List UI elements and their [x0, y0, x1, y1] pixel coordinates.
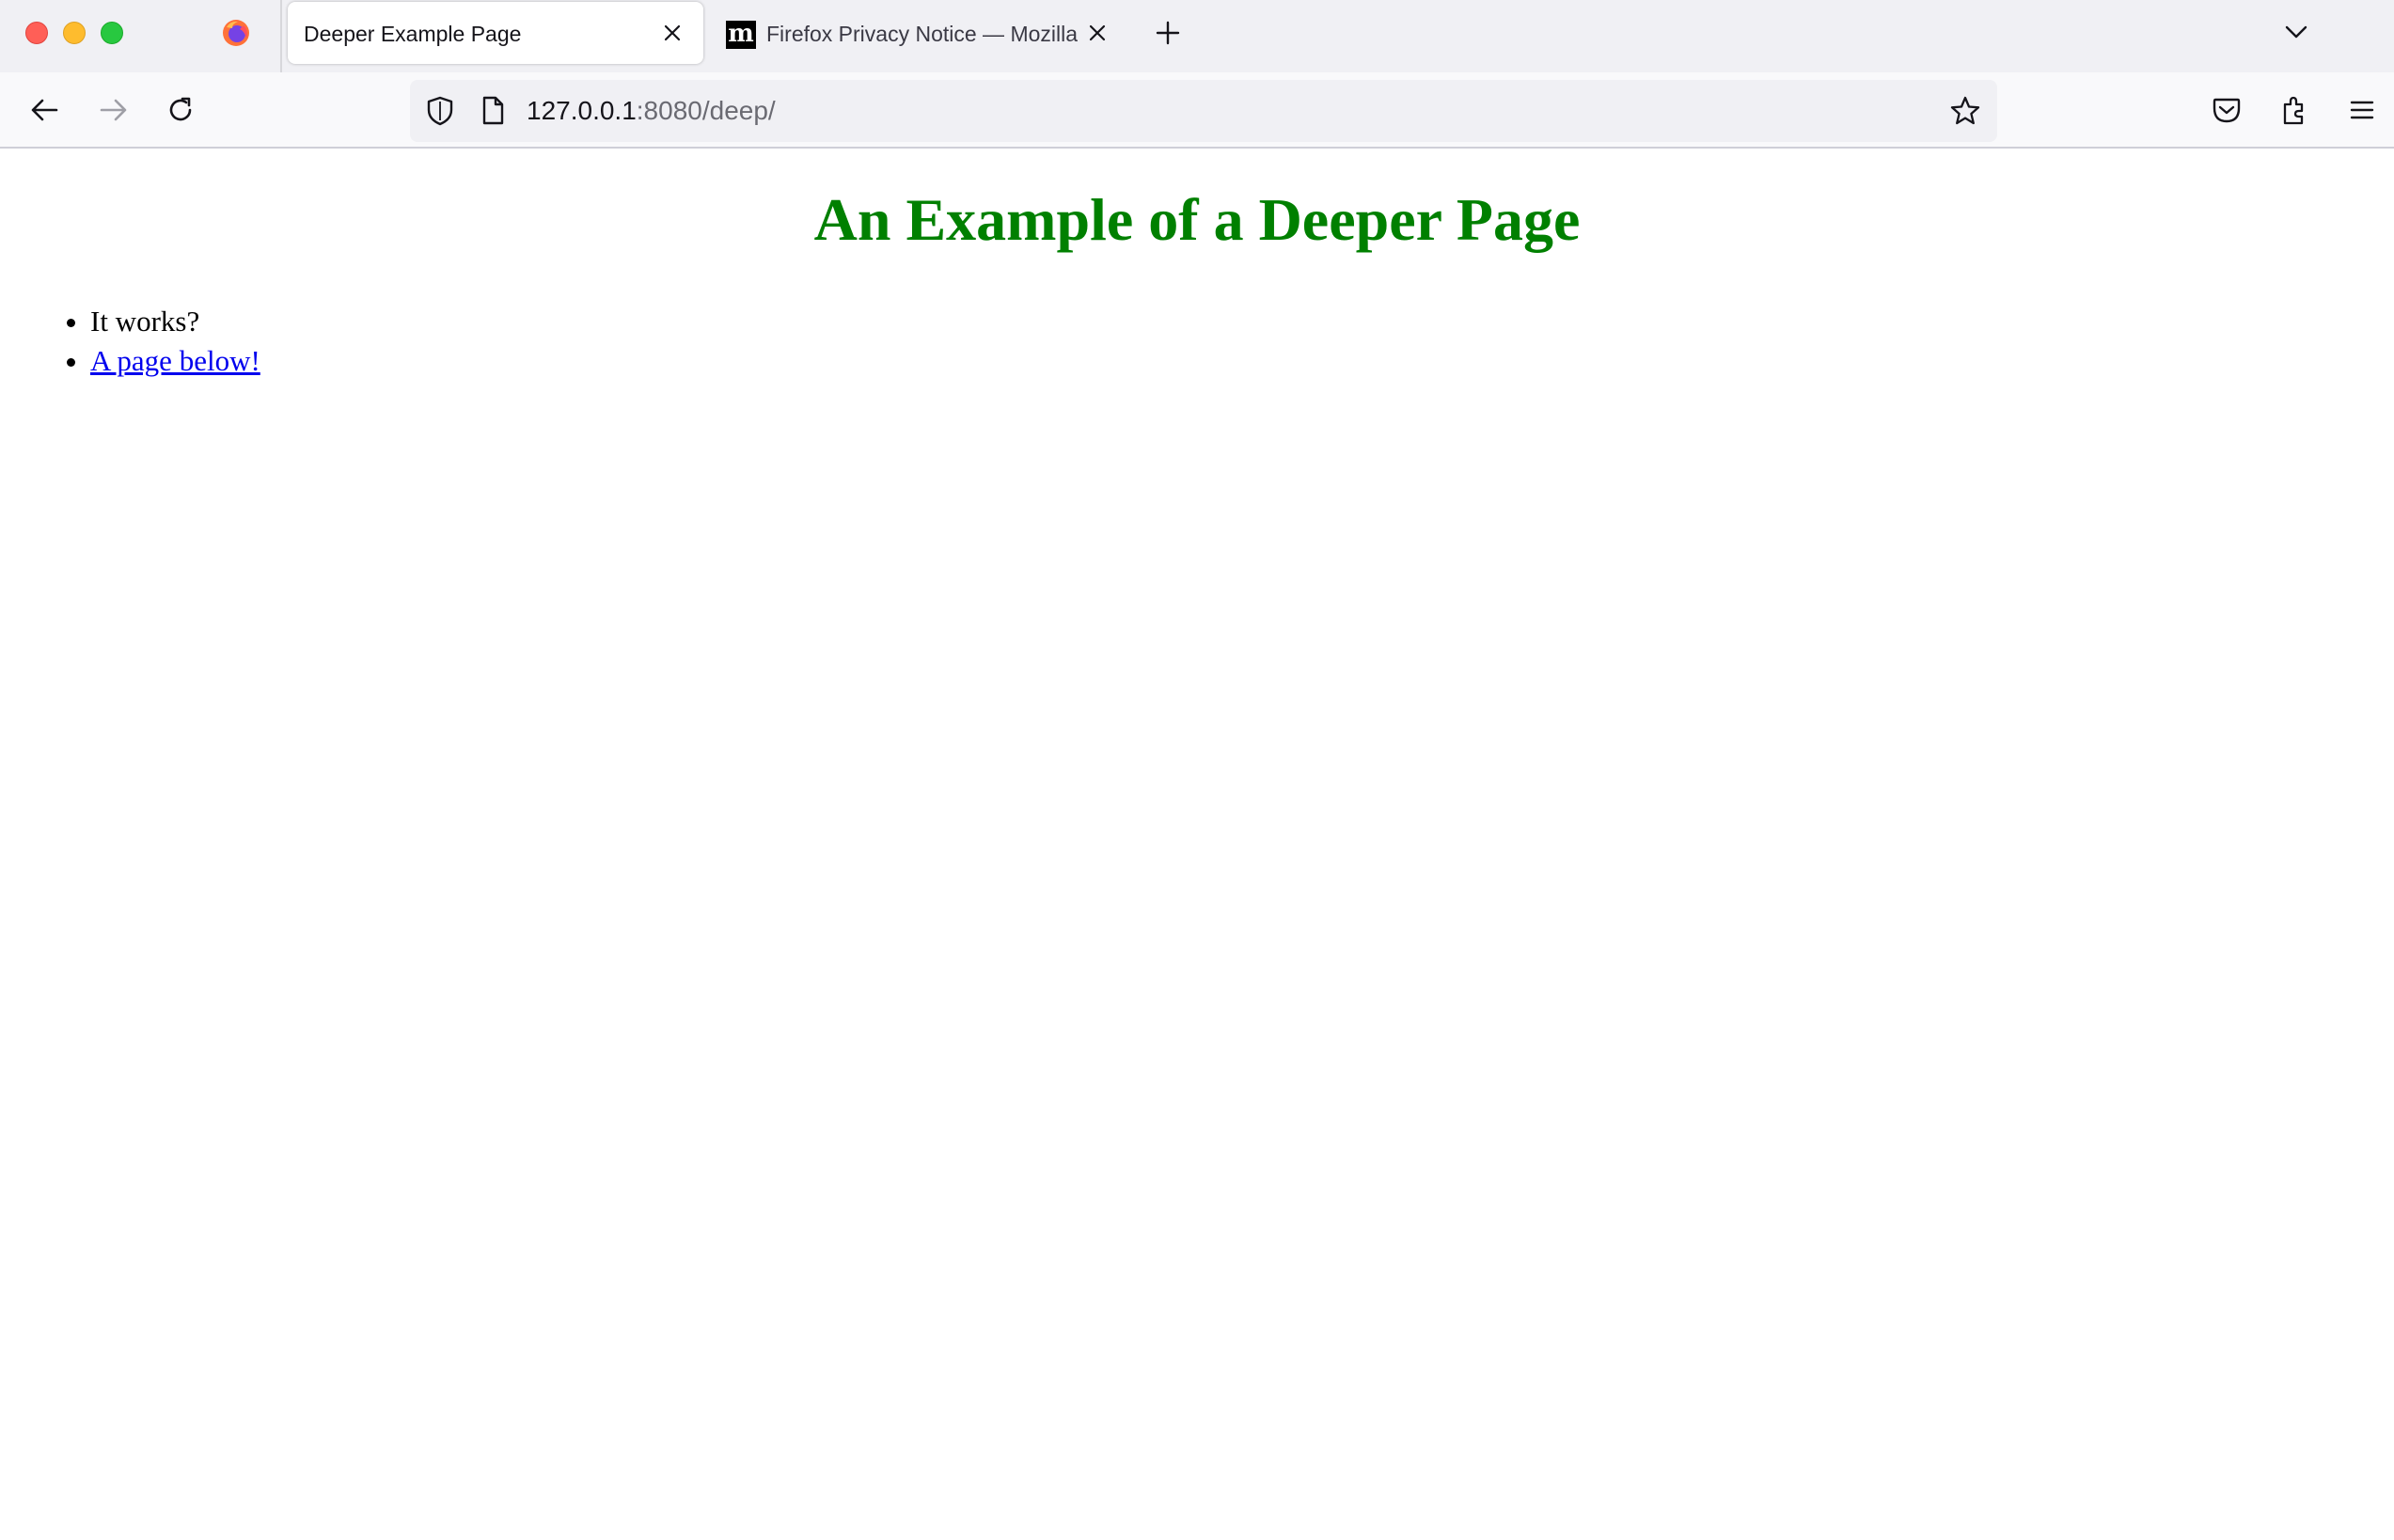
tab-firefox-privacy-notice[interactable]: m Firefox Privacy Notice — Mozilla	[715, 2, 1119, 64]
tab-strip: Deeper Example Page m Firefox Privacy No…	[0, 0, 2394, 72]
list-item-text: It works?	[90, 305, 200, 338]
close-icon[interactable]	[662, 23, 683, 43]
arrow-right-icon[interactable]	[96, 93, 130, 127]
url-host: 127.0.0.1	[527, 96, 637, 125]
shield-icon[interactable]	[423, 94, 457, 128]
list-item: A page below!	[90, 341, 260, 381]
plus-icon[interactable]	[1155, 20, 1181, 46]
url-text[interactable]: 127.0.0.1:8080/deep/	[527, 96, 776, 126]
star-icon[interactable]	[1948, 94, 1982, 128]
bullet-list: It works? A page below!	[0, 302, 260, 381]
arrow-left-icon[interactable]	[28, 93, 62, 127]
mozilla-favicon-icon: m	[726, 21, 756, 49]
list-item: It works?	[90, 302, 260, 341]
page-icon[interactable]	[476, 94, 510, 128]
page-content: An Example of a Deeper Page It works? A …	[0, 149, 2394, 1540]
url-path: :8080/deep/	[636, 96, 776, 125]
chevron-down-icon[interactable]	[2283, 21, 2309, 43]
pocket-icon[interactable]	[2210, 93, 2244, 127]
window-zoom-button[interactable]	[101, 22, 123, 44]
puzzle-icon[interactable]	[2277, 93, 2311, 127]
reload-icon[interactable]	[164, 93, 197, 127]
tab-title: Deeper Example Page	[304, 22, 522, 46]
navigation-toolbar: 127.0.0.1:8080/deep/	[0, 72, 2394, 149]
window-minimize-button[interactable]	[63, 22, 86, 44]
tab-deeper-example-page[interactable]: Deeper Example Page	[288, 2, 703, 64]
close-icon[interactable]	[1087, 23, 1108, 43]
firefox-logo-icon[interactable]	[221, 18, 251, 48]
tab-title: Firefox Privacy Notice — Mozilla	[766, 22, 1079, 46]
tab-separator	[280, 0, 282, 72]
hamburger-menu-icon[interactable]	[2345, 93, 2379, 127]
address-bar[interactable]: 127.0.0.1:8080/deep/	[410, 80, 1997, 142]
page-below-link[interactable]: A page below!	[90, 344, 260, 377]
window-close-button[interactable]	[25, 22, 48, 44]
page-title: An Example of a Deeper Page	[813, 186, 1581, 253]
